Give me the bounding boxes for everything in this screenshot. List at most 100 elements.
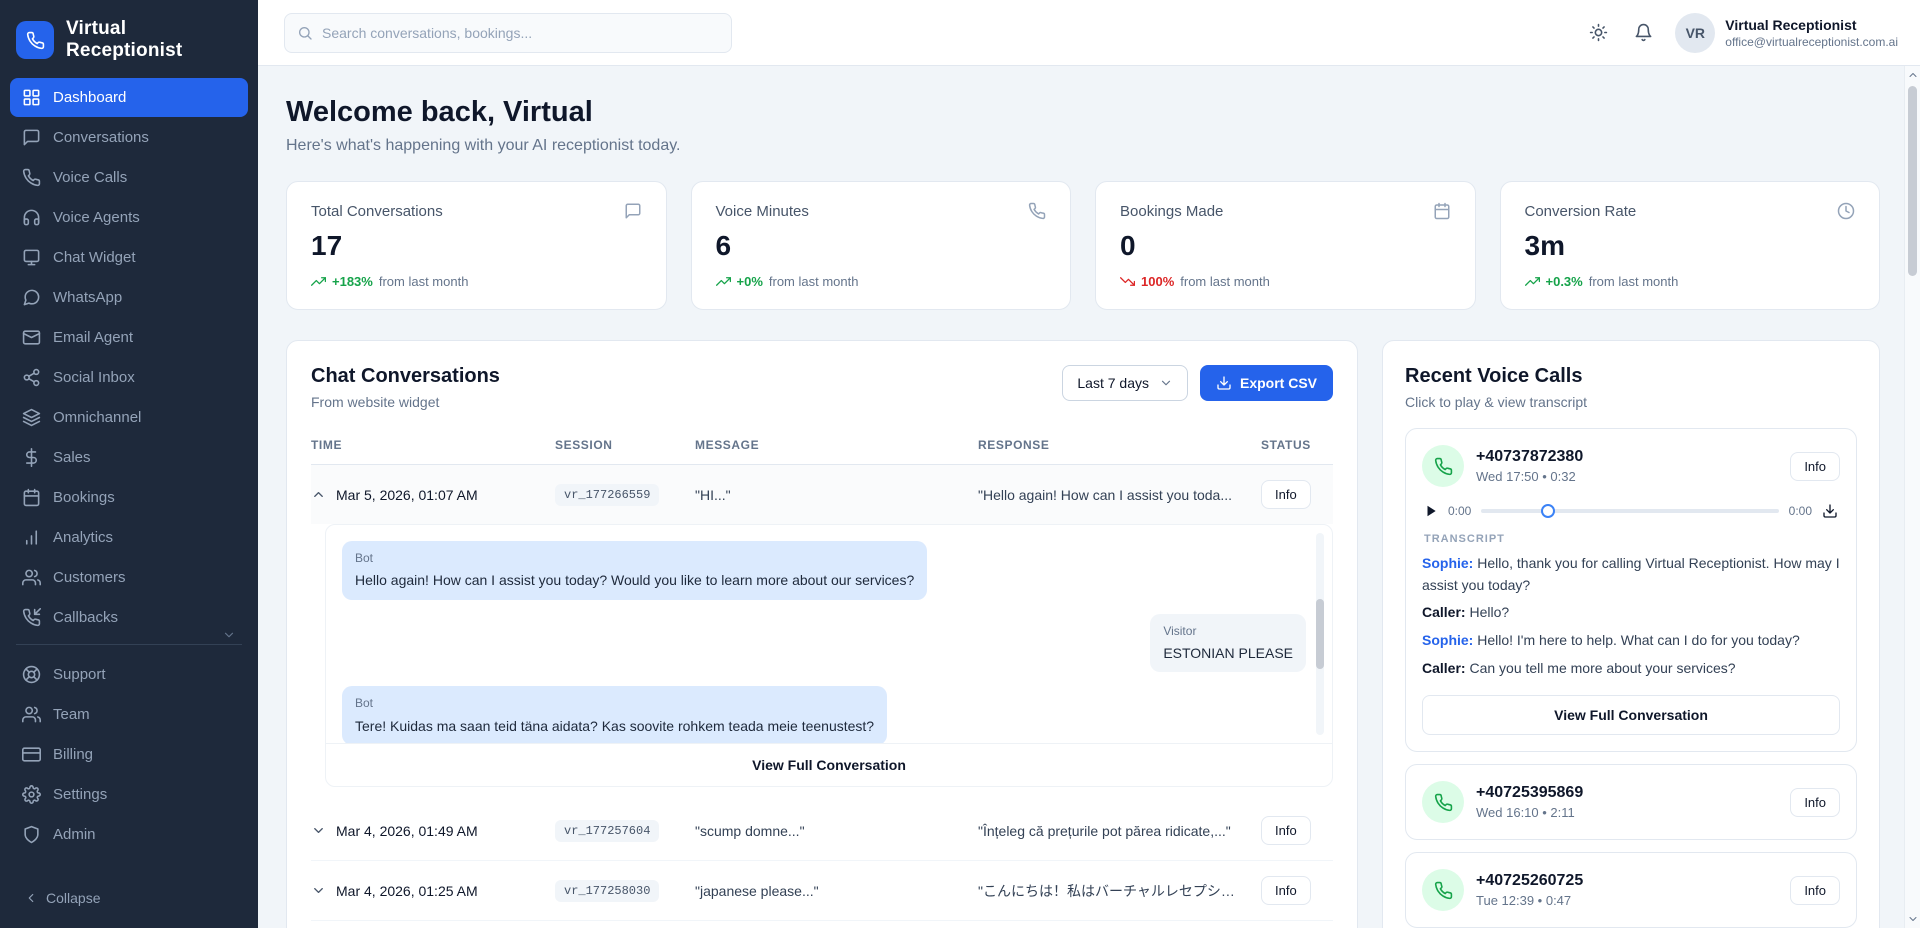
user-menu[interactable]: VR Virtual Receptionist office@virtualre… (1675, 13, 1898, 53)
chevron-down-icon[interactable] (311, 883, 326, 898)
search-input[interactable] (322, 25, 719, 41)
sidebar-item-voice-agents[interactable]: Voice Agents (10, 198, 248, 237)
sidebar-item-label: Dashboard (53, 89, 126, 106)
message-sender: Bot (355, 550, 914, 567)
conversation-scroll-area[interactable]: Bot Hello again! How can I assist you to… (326, 525, 1332, 743)
sidebar-item-customers[interactable]: Customers (10, 558, 248, 597)
column-session: SESSION (555, 438, 687, 452)
table-row[interactable]: Mar 4, 2026, 01:25 AM vr_177258030 "japa… (311, 861, 1333, 921)
transcript-speaker: Caller: (1422, 604, 1466, 620)
collapse-sidebar-button[interactable]: Collapse (10, 878, 248, 918)
table-row[interactable]: Mar 4, 2026, 01:49 AM vr_177257604 "scum… (311, 801, 1333, 861)
scroll-down-arrow-icon[interactable] (1907, 913, 1919, 925)
column-status: STATUS (1261, 438, 1333, 452)
phone-call-icon (1422, 445, 1464, 487)
call-number: +40725395869 (1476, 784, 1583, 802)
notifications-button[interactable] (1630, 19, 1657, 46)
sidebar-item-sales[interactable]: Sales (10, 438, 248, 477)
table-row[interactable]: Mar 5, 2026, 01:07 AM vr_177266559 "HI..… (311, 465, 1333, 524)
chevron-up-icon[interactable] (311, 487, 326, 502)
call-info-button[interactable]: Info (1790, 788, 1840, 817)
voice-panel-subtitle: Click to play & view transcript (1405, 394, 1857, 410)
sidebar-item-team[interactable]: Team (10, 695, 248, 734)
sidebar-item-support[interactable]: Support (10, 655, 248, 694)
info-button[interactable]: Info (1261, 480, 1311, 509)
trend-up-icon (311, 274, 326, 289)
seek-slider-handle[interactable] (1541, 504, 1555, 518)
app-logo: Virtual Receptionist (0, 0, 258, 76)
sidebar-item-admin[interactable]: Admin (10, 815, 248, 854)
page-scrollbar-thumb[interactable] (1908, 86, 1917, 276)
column-response: RESPONSE (978, 438, 1253, 452)
page-scrollbar[interactable] (1904, 66, 1920, 928)
export-csv-button[interactable]: Export CSV (1200, 365, 1333, 401)
sidebar-divider (16, 644, 242, 645)
sidebar-item-dashboard[interactable]: Dashboard (10, 78, 248, 117)
page-subtitle: Here's what's happening with your AI rec… (286, 137, 1880, 155)
calendar-icon (1433, 202, 1451, 220)
sidebar-item-bookings[interactable]: Bookings (10, 478, 248, 517)
row-response: "Înțeleg că prețurile pot părea ridicate… (978, 823, 1253, 839)
stat-change-pct: +183% (332, 274, 373, 289)
sidebar-item-whatsapp[interactable]: WhatsApp (10, 278, 248, 317)
sidebar-item-label: Support (53, 666, 106, 683)
duration-time: 0:00 (1789, 504, 1812, 518)
sidebar-item-billing[interactable]: Billing (10, 735, 248, 774)
sidebar-item-chat-widget[interactable]: Chat Widget (10, 238, 248, 277)
sidebar-item-label: Callbacks (53, 609, 118, 626)
sidebar-item-omnichannel[interactable]: Omnichannel (10, 398, 248, 437)
collapse-label: Collapse (46, 890, 100, 906)
sidebar-item-label: Customers (53, 569, 126, 586)
info-button[interactable]: Info (1261, 816, 1311, 845)
message-text: Hello again! How can I assist you today?… (355, 572, 914, 588)
users-icon (22, 705, 41, 724)
avatar[interactable]: VR (1675, 13, 1715, 53)
scroll-up-arrow-icon[interactable] (1907, 69, 1919, 81)
info-button[interactable]: Info (1261, 876, 1311, 905)
mail-icon (22, 328, 41, 347)
voice-call-card[interactable]: +40725260725 Tue 12:39 • 0:47 Info (1405, 852, 1857, 928)
row-time: Mar 4, 2026, 01:25 AM (336, 883, 478, 899)
headphones-icon (22, 208, 41, 227)
sidebar: Virtual Receptionist Dashboard Conversat… (0, 0, 258, 928)
trend-down-icon (1120, 274, 1135, 289)
call-info-button[interactable]: Info (1790, 452, 1840, 481)
play-icon[interactable] (1424, 504, 1438, 518)
call-number: +40725260725 (1476, 872, 1583, 890)
sidebar-item-label: Admin (53, 826, 96, 843)
date-range-select[interactable]: Last 7 days (1062, 365, 1188, 401)
download-icon[interactable] (1822, 503, 1838, 519)
user-email: office@virtualreceptionist.com.ai (1725, 35, 1898, 49)
stat-change-note: from last month (1180, 274, 1270, 289)
stat-card-bookings-made: Bookings Made 0 100% from last month (1095, 181, 1476, 310)
search-box[interactable] (284, 13, 732, 53)
conversation-scrollbar-thumb[interactable] (1316, 599, 1324, 669)
table-row[interactable]: Mar 4, 2026, 01:14 AM vr_177257662 "ce p… (311, 921, 1333, 928)
grid-icon (22, 88, 41, 107)
sidebar-item-voice-calls[interactable]: Voice Calls (10, 158, 248, 197)
sidebar-item-analytics[interactable]: Analytics (10, 518, 248, 557)
chat-message-visitor: Visitor ESTONIAN PLEASE (342, 614, 1306, 673)
chevron-down-icon[interactable] (311, 823, 326, 838)
bar-chart-icon (22, 528, 41, 547)
view-full-conversation-button[interactable]: View Full Conversation (1422, 695, 1840, 735)
transcript-line: Caller: Hello? (1422, 602, 1840, 624)
row-time: Mar 4, 2026, 01:49 AM (336, 823, 478, 839)
sidebar-item-social-inbox[interactable]: Social Inbox (10, 358, 248, 397)
sidebar-item-settings[interactable]: Settings (10, 775, 248, 814)
trend-up-icon (1525, 274, 1540, 289)
nav-scroll-chevron-icon[interactable] (222, 628, 236, 642)
seek-slider[interactable] (1481, 504, 1778, 518)
view-full-conversation-link[interactable]: View Full Conversation (326, 743, 1332, 786)
call-info-button[interactable]: Info (1790, 876, 1840, 905)
voice-call-card[interactable]: +40725395869 Wed 16:10 • 2:11 Info (1405, 764, 1857, 840)
sidebar-item-label: Voice Agents (53, 209, 140, 226)
sidebar-item-conversations[interactable]: Conversations (10, 118, 248, 157)
sidebar-item-callbacks[interactable]: Callbacks (10, 598, 248, 637)
theme-toggle-button[interactable] (1585, 19, 1612, 46)
call-meta: Wed 16:10 • 2:11 (1476, 805, 1583, 820)
stat-label: Bookings Made (1120, 203, 1223, 220)
sidebar-item-email-agent[interactable]: Email Agent (10, 318, 248, 357)
voice-call-card[interactable]: +40737872380 Wed 17:50 • 0:32 Info 0:00 (1405, 428, 1857, 752)
stat-value: 0 (1120, 230, 1451, 262)
